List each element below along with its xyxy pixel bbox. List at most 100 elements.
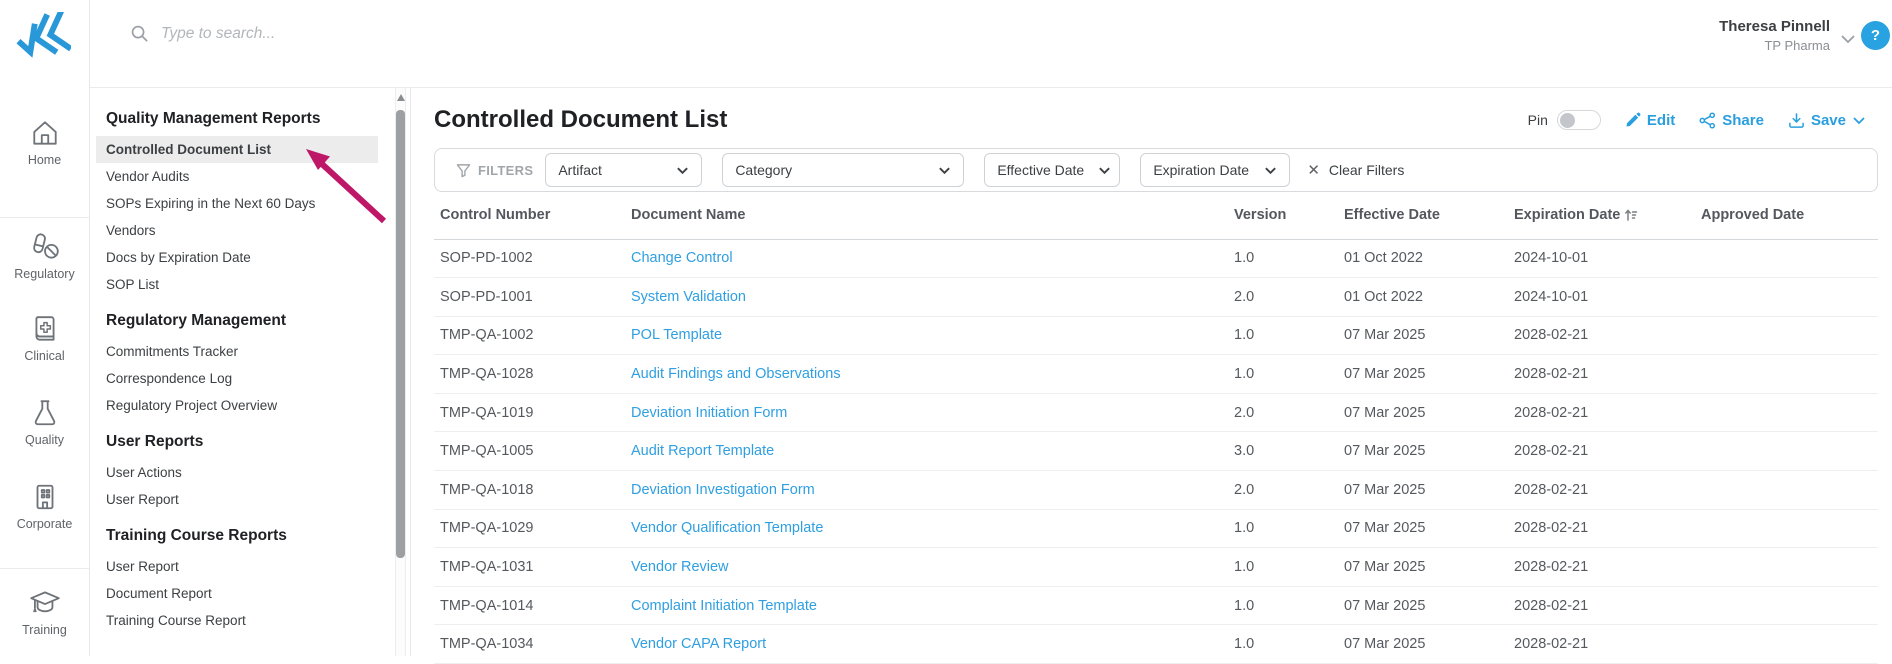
chevron-down-icon	[939, 167, 951, 174]
sidebar-scrollbar-thumb[interactable]	[396, 110, 405, 558]
document-link[interactable]: Deviation Investigation Form	[631, 482, 815, 498]
column-header-expiration-date[interactable]: Expiration Date	[1508, 192, 1695, 240]
rail-item-quality[interactable]: Quality	[0, 398, 89, 447]
table-row[interactable]: TMP-QA-1002 POL Template 1.0 07 Mar 2025…	[434, 316, 1878, 356]
table-row[interactable]: TMP-QA-1005 Audit Report Template 3.0 07…	[434, 431, 1878, 472]
document-link[interactable]: Audit Report Template	[631, 443, 774, 459]
cell-control-number: TMP-QA-1018	[434, 470, 625, 510]
edit-button[interactable]: Edit	[1625, 112, 1675, 129]
sidebar-section-title: Quality Management Reports	[106, 110, 321, 127]
search-icon	[131, 25, 148, 42]
help-button[interactable]: ?	[1861, 21, 1890, 50]
sidebar-item-document-report[interactable]: Document Report	[96, 580, 378, 607]
table-row[interactable]: TMP-QA-1029 Vendor Qualification Templat…	[434, 509, 1878, 549]
home-icon	[32, 121, 57, 145]
rail-item-clinical[interactable]: Clinical	[0, 314, 89, 363]
sidebar-item-correspondence-log[interactable]: Correspondence Log	[96, 365, 378, 392]
chevron-down-icon	[1853, 116, 1865, 124]
column-header-version[interactable]: Version	[1228, 192, 1338, 240]
sidebar-item-controlled-document-list[interactable]: Controlled Document List	[96, 136, 378, 163]
document-link[interactable]: Change Control	[631, 250, 733, 266]
global-search[interactable]	[130, 24, 481, 43]
document-link[interactable]: Vendor CAPA Report	[631, 636, 766, 652]
sidebar-item-training-course-report[interactable]: Training Course Report	[96, 607, 378, 634]
controlled-documents-table: Control Number Document Name Version Eff…	[434, 192, 1878, 664]
cell-control-number: TMP-QA-1028	[434, 354, 625, 394]
category-filter-label: Category	[735, 162, 793, 178]
cell-control-number: TMP-QA-1029	[434, 509, 625, 549]
cell-expiration-date: 2028-02-21	[1508, 586, 1695, 626]
save-button[interactable]: Save	[1788, 112, 1866, 129]
cell-expiration-date: 2028-02-21	[1508, 431, 1695, 472]
rail-item-label: Quality	[25, 433, 64, 447]
cell-approved-date	[1695, 547, 1878, 587]
cell-approved-date	[1695, 393, 1878, 433]
clear-filters-button[interactable]: ✕ Clear Filters	[1307, 161, 1404, 179]
column-header-effective-date[interactable]: Effective Date	[1338, 192, 1508, 240]
search-input[interactable]	[161, 24, 481, 43]
table-row[interactable]: TMP-QA-1028 Audit Findings and Observati…	[434, 354, 1878, 394]
table-row[interactable]: TMP-QA-1019 Deviation Initiation Form 2.…	[434, 393, 1878, 433]
table-row[interactable]: SOP-PD-1002 Change Control 1.0 01 Oct 20…	[434, 239, 1878, 279]
reports-sidebar: Quality Management Reports Controlled Do…	[90, 88, 411, 656]
effective-date-filter-dropdown[interactable]: Effective Date	[984, 153, 1121, 187]
column-header-control-number[interactable]: Control Number	[434, 192, 625, 240]
table-body: SOP-PD-1002 Change Control 1.0 01 Oct 20…	[434, 239, 1878, 664]
cell-version: 1.0	[1228, 509, 1338, 549]
table-row[interactable]: TMP-QA-1014 Complaint Initiation Templat…	[434, 586, 1878, 626]
sidebar-item-docs-by-expiration-date[interactable]: Docs by Expiration Date	[96, 244, 378, 271]
sidebar-item-vendor-audits[interactable]: Vendor Audits	[96, 163, 378, 190]
sidebar-item-training-user-report[interactable]: User Report	[96, 553, 378, 580]
sidebar-item-vendors[interactable]: Vendors	[96, 217, 378, 244]
document-link[interactable]: Audit Findings and Observations	[631, 366, 841, 382]
cell-approved-date	[1695, 354, 1878, 394]
cell-version: 2.0	[1228, 277, 1338, 317]
document-link[interactable]: POL Template	[631, 327, 722, 343]
document-link[interactable]: Complaint Initiation Template	[631, 598, 817, 614]
sidebar-item-commitments-tracker[interactable]: Commitments Tracker	[96, 338, 378, 365]
table-row[interactable]: TMP-QA-1018 Deviation Investigation Form…	[434, 470, 1878, 510]
artifact-filter-dropdown[interactable]: Artifact	[545, 153, 703, 187]
cell-approved-date	[1695, 239, 1878, 279]
cell-effective-date: 07 Mar 2025	[1338, 586, 1508, 626]
sidebar-item-sops-expiring[interactable]: SOPs Expiring in the Next 60 Days	[96, 190, 378, 217]
expiration-date-filter-dropdown[interactable]: Expiration Date	[1140, 153, 1291, 187]
cell-effective-date: 07 Mar 2025	[1338, 393, 1508, 433]
cell-document-name: Vendor Qualification Template	[625, 509, 1228, 549]
share-button[interactable]: Share	[1699, 112, 1764, 129]
cell-expiration-date: 2028-02-21	[1508, 509, 1695, 549]
rail-item-regulatory[interactable]: Regulatory	[0, 232, 89, 281]
chevron-down-icon	[1265, 167, 1277, 174]
cell-version: 2.0	[1228, 393, 1338, 433]
sidebar-item-user-actions[interactable]: User Actions	[96, 459, 378, 486]
user-menu[interactable]: Theresa Pinnell TP Pharma	[1719, 18, 1830, 53]
cell-expiration-date: 2028-02-21	[1508, 393, 1695, 433]
column-header-approved-date[interactable]: Approved Date	[1695, 192, 1878, 240]
document-link[interactable]: Vendor Review	[631, 559, 729, 575]
column-header-document-name[interactable]: Document Name	[625, 192, 1228, 240]
document-link[interactable]: System Validation	[631, 289, 746, 305]
document-link[interactable]: Vendor Qualification Template	[631, 520, 823, 536]
app-rail: Home Regulatory Clinical Quality Corpora…	[0, 0, 90, 656]
document-link[interactable]: Deviation Initiation Form	[631, 405, 787, 421]
sidebar-item-user-report[interactable]: User Report	[96, 486, 378, 513]
table-row[interactable]: TMP-QA-1031 Vendor Review 1.0 07 Mar 202…	[434, 547, 1878, 587]
rail-item-corporate[interactable]: Corporate	[0, 482, 89, 531]
rail-item-home[interactable]: Home	[0, 118, 89, 167]
sidebar-item-sop-list[interactable]: SOP List	[96, 271, 378, 298]
cell-document-name: Vendor Review	[625, 547, 1228, 587]
rail-item-label: Home	[27, 153, 62, 167]
kivo-logo[interactable]	[13, 12, 71, 58]
help-icon: ?	[1870, 27, 1881, 44]
cell-version: 1.0	[1228, 586, 1338, 626]
table-row[interactable]: SOP-PD-1001 System Validation 2.0 01 Oct…	[434, 277, 1878, 317]
rail-item-training[interactable]: Training	[0, 588, 89, 637]
scroll-up-arrow-icon[interactable]	[397, 94, 405, 101]
pin-toggle[interactable]	[1556, 110, 1601, 130]
cell-version: 1.0	[1228, 624, 1338, 664]
category-filter-dropdown[interactable]: Category	[722, 153, 965, 187]
sidebar-item-regulatory-project-overview[interactable]: Regulatory Project Overview	[96, 392, 378, 419]
cell-expiration-date: 2028-02-21	[1508, 624, 1695, 664]
chevron-down-icon[interactable]	[1840, 34, 1856, 44]
table-row[interactable]: TMP-QA-1034 Vendor CAPA Report 1.0 07 Ma…	[434, 624, 1878, 664]
